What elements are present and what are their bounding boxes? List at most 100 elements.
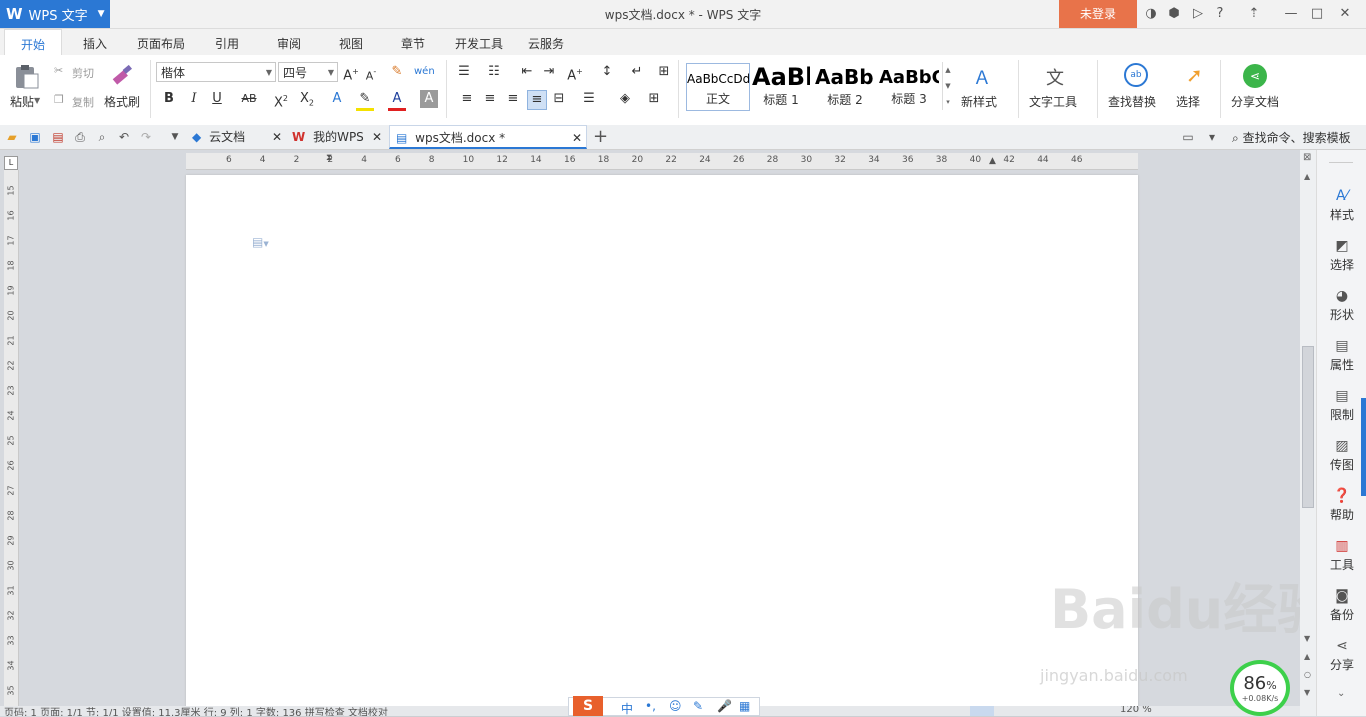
text-tools-icon[interactable]: 文 xyxy=(1046,64,1064,90)
style-heading-1[interactable]: AaBl 标题 1 xyxy=(752,63,810,109)
scrollbar-thumb[interactable] xyxy=(1302,346,1314,508)
sidebar-item-styles[interactable]: A⁄ 样式 xyxy=(1317,188,1366,223)
network-speed-widget[interactable]: 86% +0.08K/s xyxy=(1230,660,1290,716)
login-button[interactable]: 未登录 xyxy=(1059,0,1137,28)
maximize-icon[interactable]: □ xyxy=(1309,6,1325,22)
redo-icon[interactable]: ↷ xyxy=(138,129,154,145)
font-name-select[interactable]: 楷体 ▼ xyxy=(156,62,276,82)
tab-references[interactable]: 引用 xyxy=(202,29,252,55)
sidebar-item-backup[interactable]: ◙ 备份 xyxy=(1317,588,1366,623)
share-icon[interactable]: ⋖ xyxy=(1243,64,1267,88)
bullet-list-icon[interactable]: ☰ xyxy=(455,63,473,81)
format-painter-button[interactable]: 格式刷 xyxy=(104,93,140,110)
export-pdf-icon[interactable]: ▤ xyxy=(50,129,66,145)
tab-cloud-docs[interactable]: ◆ 云文档 ✕ xyxy=(188,125,286,149)
vertical-ruler[interactable]: 15 16 17 18 19 20 21 22 23 24 25 26 27 28 29 30 31 32 33 34… xyxy=(4,170,19,716)
emoji-icon[interactable]: ☺ xyxy=(669,699,682,713)
style-normal[interactable]: AaBbCcDd 正文 xyxy=(686,63,750,111)
paste-button[interactable]: 粘贴 xyxy=(10,93,34,110)
save-icon[interactable]: ▣ xyxy=(27,129,43,145)
underline-icon[interactable]: U xyxy=(208,90,226,108)
page-view-button[interactable] xyxy=(970,706,994,716)
close-icon[interactable]: ✕ xyxy=(372,125,382,149)
ime-mode[interactable]: 中 xyxy=(621,700,633,717)
right-indent-marker-icon[interactable]: ▲ xyxy=(989,156,996,166)
italic-icon[interactable]: I xyxy=(185,90,203,108)
document-page[interactable]: ▤▼ xyxy=(186,175,1138,716)
char-shading-icon[interactable]: A xyxy=(420,90,438,108)
zoom-level[interactable]: 120 % xyxy=(1120,706,1152,715)
feedback-icon[interactable]: ▷ xyxy=(1190,6,1206,22)
tab-insert[interactable]: 插入 xyxy=(70,29,120,55)
settings-icon[interactable]: ⬢ xyxy=(1166,6,1182,22)
paste-dropdown-icon[interactable]: ▼ xyxy=(34,96,40,105)
sidebar-item-restrict[interactable]: ▤ 限制 xyxy=(1317,388,1366,423)
indent-marker-icon[interactable]: ⧗ xyxy=(326,153,332,163)
print-icon[interactable]: ⎙ xyxy=(72,129,88,145)
highlight-icon[interactable]: ✎ xyxy=(356,90,374,111)
close-icon[interactable]: ✕ xyxy=(572,126,582,150)
scroll-up-icon[interactable]: ▲ xyxy=(1304,172,1310,181)
split-view-icon[interactable]: ⊠ xyxy=(1303,152,1311,163)
sidebar-item-select[interactable]: ◩ 选择 xyxy=(1317,238,1366,273)
sidebar-item-upload-image[interactable]: ▨ 传图 xyxy=(1317,438,1366,473)
select-browse-icon[interactable]: ○ xyxy=(1304,670,1311,679)
distributed-icon[interactable]: ⊟ xyxy=(550,90,568,108)
sidebar-collapse-handle[interactable] xyxy=(1361,398,1366,496)
copy-button[interactable]: 复制 xyxy=(72,94,94,110)
next-page-icon[interactable]: ▼ xyxy=(1304,688,1310,697)
tab-page-layout[interactable]: 页面布局 xyxy=(132,29,190,55)
scroll-down-icon[interactable]: ▼ xyxy=(1304,634,1310,643)
new-style-button[interactable]: 新样式 xyxy=(961,93,997,110)
paragraph-marks-icon[interactable]: ↵ xyxy=(628,63,646,81)
minimize-icon[interactable]: — xyxy=(1283,6,1299,22)
search-command[interactable]: ⌕ 查找命令、搜索模板 xyxy=(1232,129,1351,146)
sidebar-item-tools[interactable]: ▥ 工具 xyxy=(1317,538,1366,573)
sidebar-item-help[interactable]: ❓ 帮助 xyxy=(1317,488,1366,523)
tab-chapter[interactable]: 章节 xyxy=(388,29,438,55)
strikethrough-icon[interactable]: AB xyxy=(240,90,258,108)
cut-button[interactable]: 剪切 xyxy=(72,65,94,81)
new-style-icon[interactable]: Ａ xyxy=(973,64,991,90)
tab-home[interactable]: 开始 xyxy=(4,29,62,56)
style-heading-3[interactable]: AaBbC 标题 3 xyxy=(879,63,939,109)
font-color-icon[interactable]: A xyxy=(388,90,406,111)
grow-font-icon[interactable]: A+ xyxy=(342,63,360,83)
table-icon[interactable]: ⊞ xyxy=(655,63,673,81)
font-case-icon[interactable]: A+ xyxy=(566,63,584,83)
clear-format-icon[interactable]: ✎ xyxy=(388,63,406,81)
tab-current-document[interactable]: ▤ wps文档.docx * ✕ xyxy=(389,125,587,149)
screen-icon[interactable]: ▭ xyxy=(1180,129,1196,145)
close-icon[interactable]: ✕ xyxy=(1337,6,1353,22)
align-right-icon[interactable]: ≡ xyxy=(504,90,522,108)
tab-developer[interactable]: 开发工具 xyxy=(448,29,510,55)
font-size-select[interactable]: 四号 ▼ xyxy=(278,62,338,82)
tab-stop-selector[interactable]: L xyxy=(4,156,18,170)
bold-icon[interactable]: B xyxy=(160,90,178,108)
minimize-ribbon-icon[interactable]: ⇡ xyxy=(1246,6,1262,22)
sidebar-item-properties[interactable]: ▤ 属性 xyxy=(1317,338,1366,373)
tab-view[interactable]: 视图 xyxy=(326,29,376,55)
ime-toolbar[interactable]: S 中 •, ☺ ✎ 🎤 ▦ xyxy=(568,696,760,717)
layout-icon[interactable]: ▾ xyxy=(1204,129,1220,145)
open-folder-icon[interactable]: ▰ xyxy=(4,129,20,145)
paste-options-icon[interactable]: ▤▼ xyxy=(252,235,269,249)
prev-page-icon[interactable]: ▲ xyxy=(1304,652,1310,661)
vertical-scrollbar[interactable]: ⊠ ▲ ▼ ▲ ○ ▼ xyxy=(1300,150,1316,716)
select-button[interactable]: 选择 xyxy=(1176,93,1200,110)
align-center-icon[interactable]: ≡ xyxy=(481,90,499,108)
grid-icon[interactable]: ▦ xyxy=(739,699,750,713)
phonetic-guide-icon[interactable]: wén xyxy=(414,63,435,81)
paste-icon[interactable] xyxy=(12,64,40,90)
justify-icon[interactable]: ≡ xyxy=(527,90,547,110)
subscript-icon[interactable]: X2 xyxy=(298,90,316,108)
find-replace-icon[interactable]: ab xyxy=(1124,63,1148,87)
microphone-icon[interactable]: 🎤 xyxy=(717,699,732,713)
numbered-list-icon[interactable]: ☷ xyxy=(485,63,503,81)
tab-review[interactable]: 审阅 xyxy=(264,29,314,55)
share-document-button[interactable]: 分享文档 xyxy=(1231,93,1279,110)
copy-icon[interactable]: ❐ xyxy=(54,93,64,106)
tab-cloud[interactable]: 云服务 xyxy=(520,29,572,55)
close-icon[interactable]: ✕ xyxy=(272,125,282,149)
find-replace-button[interactable]: 查找替换 xyxy=(1108,93,1156,110)
